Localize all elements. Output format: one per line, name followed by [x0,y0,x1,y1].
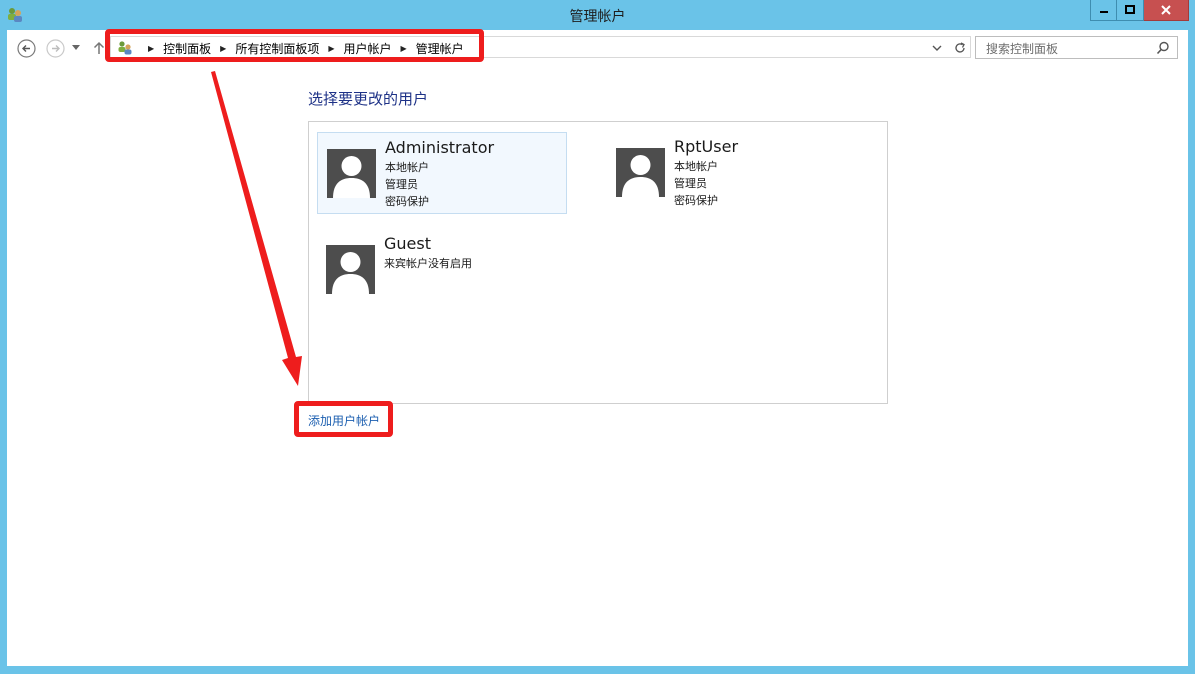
minimize-icon [1099,11,1108,13]
user-role: 管理员 [674,177,707,190]
user-name: Administrator [385,138,495,157]
refresh-icon[interactable] [954,42,966,54]
title-bar[interactable]: 管理帐户 [0,0,1195,30]
search-input[interactable]: 搜索控制面板 [975,36,1178,59]
client-area: ▶ 控制面板 ▶ 所有控制面板项 ▶ 用户帐户 ▶ 管理帐户 搜索控制面板 选择… [7,30,1188,666]
user-silhouette-icon [332,252,369,294]
forward-arrow-icon [45,38,65,58]
user-password-status: 密码保护 [385,195,429,208]
forward-button[interactable] [45,38,65,58]
page-title: 选择要更改的用户 [308,90,429,108]
user-password-status: 密码保护 [674,194,718,207]
user-tile-guest[interactable]: Guest 来宾帐户没有启用 [317,229,567,311]
user-account-type: 本地帐户 [385,161,429,174]
annotation-box-breadcrumb [105,29,484,62]
user-tile-administrator[interactable]: Administrator 本地帐户 管理员 密码保护 [317,132,567,214]
back-arrow-icon [16,38,36,58]
recent-pages-button[interactable] [69,38,83,58]
search-icon[interactable] [1155,40,1171,56]
user-silhouette-icon [333,156,370,198]
avatar [326,245,375,294]
address-bar-actions [932,39,966,57]
close-button[interactable] [1144,0,1189,21]
user-silhouette-icon [622,155,659,197]
user-role: 管理员 [385,178,418,191]
annotation-box-add-user [294,401,393,437]
maximize-icon [1125,5,1135,14]
address-dropdown-icon[interactable] [932,45,942,52]
chevron-down-icon [72,45,80,50]
user-account-status: 来宾帐户没有启用 [384,257,472,270]
window-controls [1090,0,1189,21]
user-name: RptUser [674,137,739,156]
user-name: Guest [384,234,431,253]
window-title: 管理帐户 [569,9,626,25]
user-tile-rptuser[interactable]: RptUser 本地帐户 管理员 密码保护 [607,132,857,214]
up-arrow-icon [93,41,105,54]
user-list-panel: Administrator 本地帐户 管理员 密码保护 RptUser 本地帐户… [308,121,888,404]
avatar [616,148,665,197]
maximize-button[interactable] [1117,0,1144,21]
user-account-type: 本地帐户 [674,160,718,173]
avatar [327,149,376,198]
close-icon [1161,5,1171,15]
minimize-button[interactable] [1090,0,1117,21]
back-button[interactable] [16,38,36,58]
search-placeholder: 搜索控制面板 [986,42,1059,56]
window: 管理帐户 ▶ 控制面板 ▶ 所有控制面板项 ▶ 用户帐户 ▶ 管理帐户 搜索控制… [0,0,1195,674]
